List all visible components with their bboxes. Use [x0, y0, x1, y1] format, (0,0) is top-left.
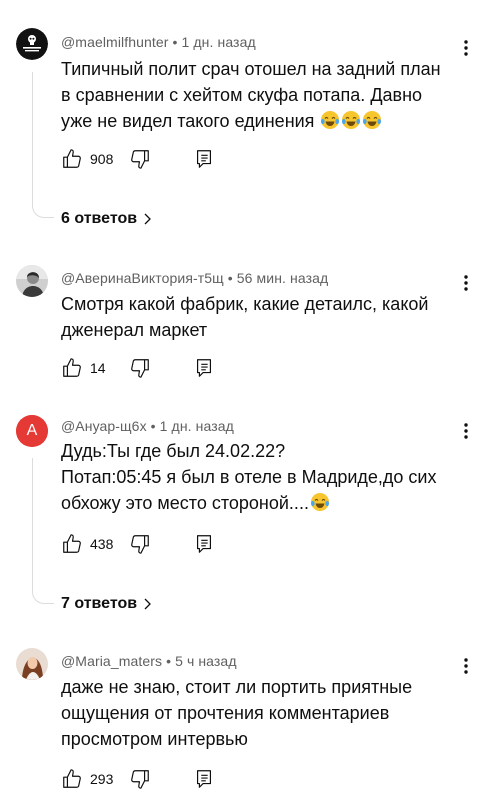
thumb-up-icon: [63, 149, 81, 168]
avatar[interactable]: [16, 265, 48, 297]
comment-meta: @Ануар-щ6х • 1 дн. назад: [61, 418, 234, 434]
thumb-up-icon: [63, 769, 81, 788]
like-count: 293: [90, 771, 114, 787]
comment-line: в сравнении с хейтом скуфа потапа. Давно: [61, 85, 423, 105]
thumb-down-icon: [131, 770, 149, 789]
thumb-up-icon: [63, 534, 81, 553]
photo-avatar-icon: [16, 648, 48, 680]
replies-count: 6 ответов: [61, 210, 138, 227]
comment-actions: 14: [61, 357, 231, 381]
comment-line-text: обхожу это место стороной....: [61, 493, 309, 513]
like-button[interactable]: 293: [61, 768, 113, 790]
like-button[interactable]: 438: [61, 533, 113, 555]
comment-line: Потап:05:45 я был в отеле в Мадриде,до с…: [61, 467, 437, 487]
thumb-down-icon: [131, 150, 149, 169]
more-vertical-icon[interactable]: [458, 38, 474, 58]
chevron-right-icon: [144, 598, 152, 610]
comment-text: даже не знаю, стоит ли портить приятные …: [61, 674, 471, 752]
chevron-right-icon: [144, 213, 152, 225]
comment-line: даже не знаю, стоит ли портить приятные: [61, 677, 413, 697]
thread-connector: [32, 72, 54, 218]
meta-separator: •: [166, 653, 176, 669]
comment-text: Типичный полит срач отошел на задний пла…: [61, 56, 471, 134]
dislike-button[interactable]: [129, 148, 151, 170]
reply-button[interactable]: [193, 768, 215, 790]
comment-line: Смотря какой фабрик, какие детаилс, како…: [61, 294, 429, 314]
comment-line-with-emoji: уже не видел такого единения: [61, 108, 471, 134]
skull-logo-avatar-icon: [16, 28, 48, 60]
comment-actions: 908: [61, 148, 231, 172]
comment-actions: 293: [61, 768, 231, 792]
like-count: 438: [90, 536, 114, 552]
tears-of-joy-emoji: [342, 111, 361, 129]
reply-icon: [196, 150, 212, 168]
like-count: 908: [90, 151, 114, 167]
author-name[interactable]: @Maria_maters: [61, 653, 162, 669]
dislike-button[interactable]: [129, 768, 151, 790]
comment-meta: @maelmilfhunter • 1 дн. назад: [61, 34, 256, 50]
avatar[interactable]: А: [16, 415, 48, 447]
author-name[interactable]: @Ануар-щ6х: [61, 418, 147, 434]
meta-separator: •: [172, 34, 182, 50]
comment-time: 56 мин. назад: [236, 270, 329, 286]
avatar-letter: А: [26, 422, 38, 439]
photo-avatar-icon: [16, 265, 48, 297]
comment-line-text: уже не видел такого единения: [61, 111, 315, 131]
reply-button[interactable]: [193, 148, 215, 170]
comment-meta: @Maria_maters • 5 ч назад: [61, 653, 237, 669]
comment-time: 1 дн. назад: [181, 34, 256, 50]
replies-count: 7 ответов: [61, 595, 138, 612]
reply-icon: [196, 770, 212, 788]
like-count: 14: [90, 360, 106, 376]
comment-line-with-emoji: обхожу это место стороной....: [61, 490, 471, 516]
more-vertical-icon[interactable]: [458, 273, 474, 293]
more-vertical-icon[interactable]: [458, 656, 474, 676]
comment-line: просмотром интервью: [61, 729, 248, 749]
thread-connector: [32, 458, 54, 604]
meta-separator: •: [227, 270, 237, 286]
like-button[interactable]: 14: [61, 357, 106, 379]
comment-actions: 438: [61, 533, 231, 557]
view-replies-button[interactable]: 7 ответов: [61, 595, 153, 613]
view-replies-button[interactable]: 6 ответов: [61, 210, 153, 228]
comment-line: ощущения от прочтения комментариев: [61, 703, 390, 723]
comment-line: Дудь:Ты где был 24.02.22?: [61, 441, 286, 461]
comment-line: Типичный полит срач отошел на задний пла…: [61, 59, 441, 79]
thumb-down-icon: [131, 359, 149, 378]
reply-button[interactable]: [193, 357, 215, 379]
tears-of-joy-emoji: [363, 111, 382, 129]
avatar[interactable]: [16, 28, 48, 60]
comment-time: 1 дн. назад: [159, 418, 234, 434]
tears-of-joy-emoji: [310, 493, 329, 511]
reply-button[interactable]: [193, 533, 215, 555]
comment-meta: @АверинаВиктория-т5щ • 56 мин. назад: [61, 270, 328, 286]
dislike-button[interactable]: [129, 357, 151, 379]
thumb-down-icon: [131, 535, 149, 554]
avatar[interactable]: [16, 648, 48, 680]
reply-icon: [196, 359, 212, 377]
reply-icon: [196, 535, 212, 553]
author-name[interactable]: @АверинаВиктория-т5щ: [61, 270, 224, 286]
tears-of-joy-emoji-group: [319, 111, 382, 131]
author-name[interactable]: @maelmilfhunter: [61, 34, 169, 50]
comment-text: Дудь:Ты где был 24.02.22? Потап:05:45 я …: [61, 438, 471, 516]
comment-time: 5 ч назад: [175, 653, 237, 669]
dislike-button[interactable]: [129, 533, 151, 555]
thumb-up-icon: [63, 358, 81, 377]
like-button[interactable]: 908: [61, 148, 113, 170]
comment-line: дженерал маркет: [61, 320, 208, 340]
comment-text: Смотря какой фабрик, какие детаилс, како…: [61, 291, 471, 343]
meta-separator: •: [150, 418, 160, 434]
tears-of-joy-emoji: [321, 111, 340, 129]
